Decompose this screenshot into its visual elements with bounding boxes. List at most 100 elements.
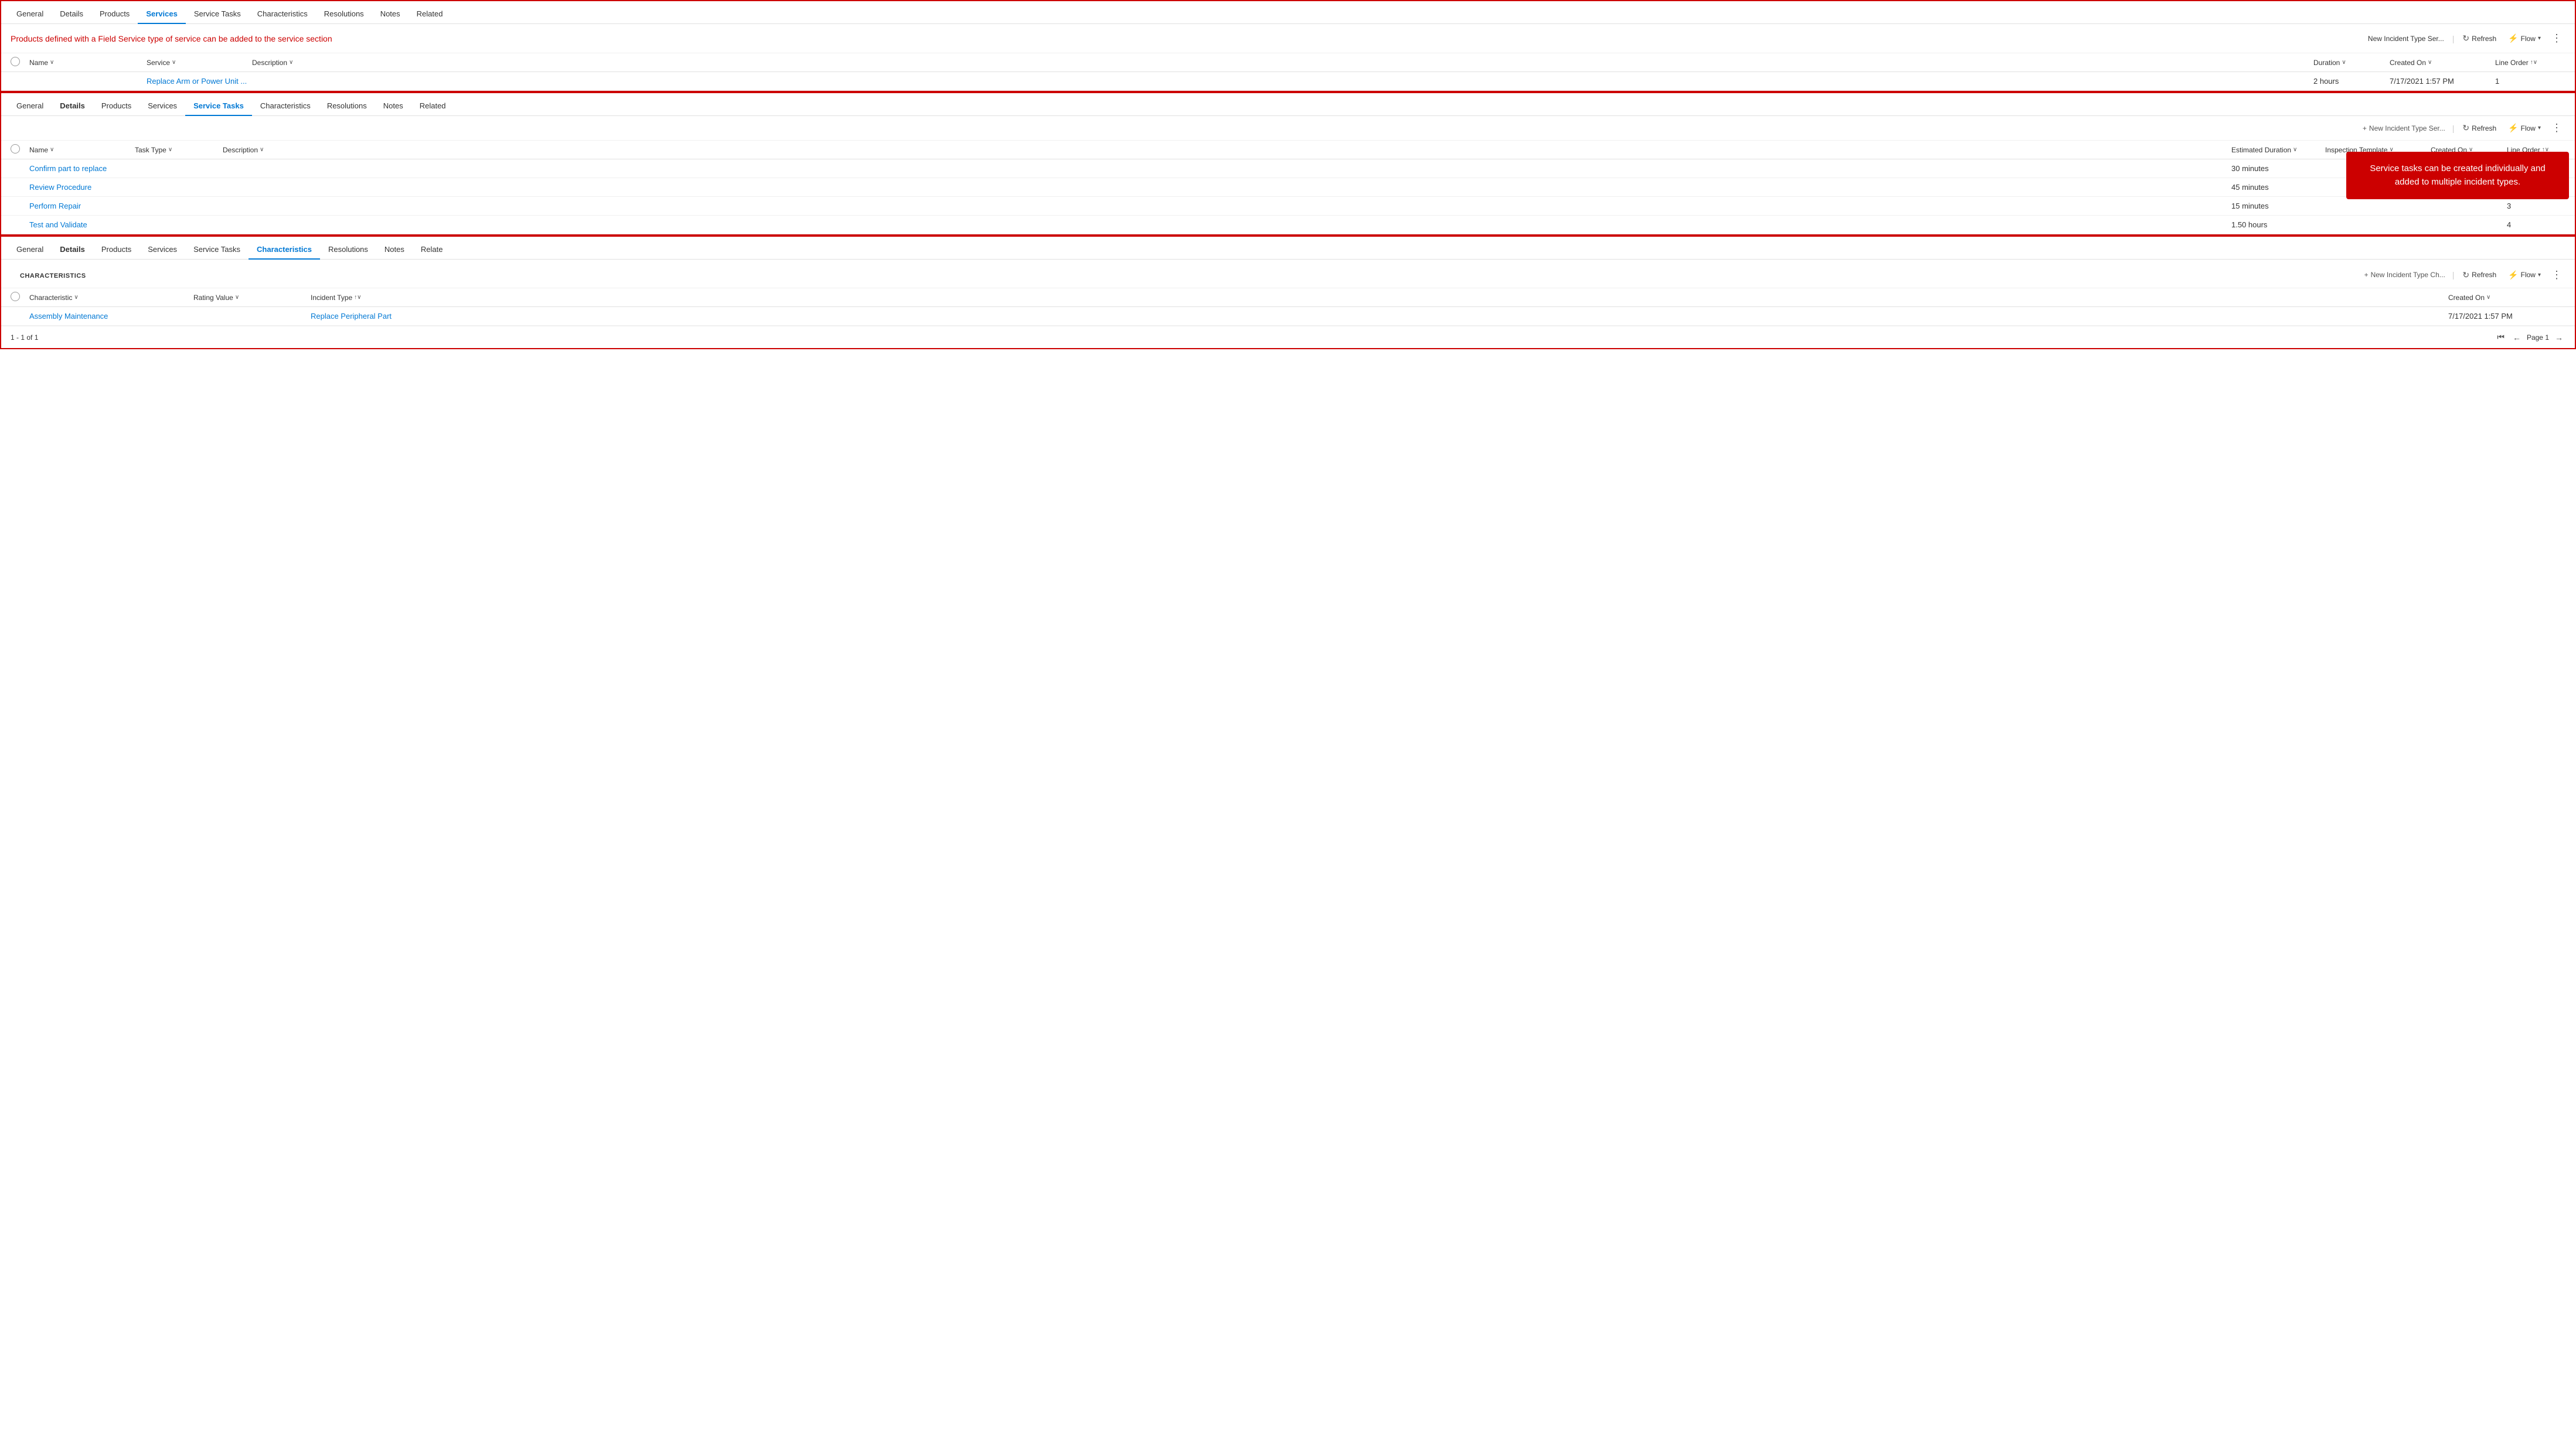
tab-resolutions-3[interactable]: Resolutions <box>320 240 376 260</box>
tab-services-2[interactable]: Services <box>139 97 185 116</box>
sort-lo-1: ↑∨ <box>2530 59 2537 66</box>
new-incident-type-btn-1[interactable]: New Incident Type Ser... <box>2363 32 2449 45</box>
tab-service-tasks-2[interactable]: Service Tasks <box>185 97 252 116</box>
col-name-1[interactable]: Name ∨ <box>29 59 147 67</box>
col-task-name[interactable]: Name ∨ <box>29 146 135 154</box>
col-service-1[interactable]: Service ∨ <box>147 59 252 67</box>
char-section-header-row: CHARACTERISTICS + New Incident Type Ch..… <box>1 260 2575 288</box>
tab-notes-1[interactable]: Notes <box>372 5 409 24</box>
services-row-1: Replace Arm or Power Unit ... 2 hours 7/… <box>1 72 2575 91</box>
col-task-desc[interactable]: Description ∨ <box>223 146 2231 154</box>
more-menu-1[interactable]: ⋮ <box>2548 31 2565 46</box>
col-task-type[interactable]: Task Type ∨ <box>135 146 223 154</box>
col-rating-value[interactable]: Rating Value ∨ <box>193 294 311 302</box>
tab-products-3[interactable]: Products <box>93 240 139 260</box>
next-page-btn[interactable]: → <box>2553 332 2565 343</box>
tab-related-1[interactable]: Related <box>409 5 451 24</box>
task-row4-link[interactable]: Test and Validate <box>29 220 87 229</box>
task-row3-name[interactable]: Perform Repair <box>29 202 135 210</box>
col-incident-type[interactable]: Incident Type ↑∨ <box>311 294 2448 302</box>
task-row4-name[interactable]: Test and Validate <box>29 220 135 229</box>
flow-btn-1[interactable]: ⚡ Flow ▾ <box>2503 31 2546 46</box>
refresh-label-2: Refresh <box>2472 124 2496 132</box>
col-est-duration[interactable]: Estimated Duration ∨ <box>2231 146 2325 154</box>
refresh-icon-3: ↻ <box>2462 270 2469 280</box>
tab-related-2[interactable]: Related <box>411 97 454 116</box>
sort-created-1: ∨ <box>2428 59 2432 66</box>
tab-details-3[interactable]: Details <box>52 240 93 260</box>
tab-services-3[interactable]: Services <box>139 240 185 260</box>
task-row4-est-dur: 1.50 hours <box>2231 220 2325 229</box>
row1-service-link[interactable]: Replace Arm or Power Unit ... <box>147 77 247 86</box>
tab-details-1[interactable]: Details <box>52 5 91 24</box>
more-menu-2[interactable]: ⋮ <box>2548 121 2565 135</box>
row1-created: 7/17/2021 1:57 PM <box>2390 77 2495 86</box>
task-row1-name[interactable]: Confirm part to replace <box>29 164 135 173</box>
flow-chevron-1: ▾ <box>2538 35 2541 42</box>
tab-general-3[interactable]: General <box>8 240 52 260</box>
task-row-2: Review Procedure 45 minutes 7/17/2021 1:… <box>1 178 2575 197</box>
refresh-icon-1: ↻ <box>2462 33 2469 43</box>
col-created-1[interactable]: Created On ∨ <box>2390 59 2495 67</box>
first-page-btn[interactable]: ⏮ <box>2495 331 2507 343</box>
tab-characteristics-3[interactable]: Characteristics <box>249 240 320 260</box>
flow-btn-2[interactable]: ⚡ Flow ▾ <box>2503 121 2546 135</box>
char-row1-char[interactable]: Assembly Maintenance <box>29 312 193 321</box>
sort-task-desc: ∨ <box>260 146 264 153</box>
tab-services-1[interactable]: Services <box>138 5 186 24</box>
tab-service-tasks-1[interactable]: Service Tasks <box>186 5 249 24</box>
tab-details-2[interactable]: Details <box>52 97 93 116</box>
task-row2-link[interactable]: Review Procedure <box>29 183 91 192</box>
refresh-btn-2[interactable]: ↻ Refresh <box>2458 121 2501 135</box>
sort-char: ∨ <box>74 294 78 301</box>
tab-general-2[interactable]: General <box>8 97 52 116</box>
prev-page-btn[interactable]: ← <box>2510 332 2523 343</box>
sort-dur-1: ∨ <box>2342 59 2346 66</box>
panel-body-char: CHARACTERISTICS + New Incident Type Ch..… <box>1 260 2575 348</box>
tab-resolutions-2[interactable]: Resolutions <box>319 97 375 116</box>
tab-resolutions-1[interactable]: Resolutions <box>316 5 372 24</box>
tab-service-tasks-3[interactable]: Service Tasks <box>185 240 249 260</box>
flow-icon-2: ⚡ <box>2508 123 2518 133</box>
header-checkbox-1[interactable] <box>11 57 20 66</box>
refresh-btn-1[interactable]: ↻ Refresh <box>2458 31 2501 46</box>
refresh-icon-2: ↻ <box>2462 123 2469 133</box>
sort-name-1: ∨ <box>50 59 54 66</box>
flow-icon-3: ⚡ <box>2508 270 2518 280</box>
tab-general-1[interactable]: General <box>8 5 52 24</box>
new-incident-type-ch-btn[interactable]: + New Incident Type Ch... <box>2361 268 2449 281</box>
tab-related-3[interactable]: Relate <box>413 240 451 260</box>
new-incident-type-btn-2[interactable]: + New Incident Type Ser... <box>2359 122 2449 135</box>
refresh-btn-3[interactable]: ↻ Refresh <box>2458 268 2501 282</box>
tab-characteristics-1[interactable]: Characteristics <box>249 5 316 24</box>
flow-btn-3[interactable]: ⚡ Flow ▾ <box>2503 268 2546 282</box>
char-header-checkbox[interactable] <box>11 292 20 301</box>
tab-characteristics-2[interactable]: Characteristics <box>252 97 319 116</box>
char-incident-type-link[interactable]: Replace Peripheral Part <box>311 312 392 321</box>
col-char-created[interactable]: Created On ∨ <box>2448 294 2565 302</box>
char-checkbox-header <box>11 292 29 303</box>
tasks-header-checkbox[interactable] <box>11 144 20 154</box>
services-toolbar: New Incident Type Ser... | ↻ Refresh ⚡ F… <box>2363 31 2565 46</box>
tasks-toolbar: + New Incident Type Ser... | ↻ Refresh ⚡… <box>1 116 2575 141</box>
task-row3-link[interactable]: Perform Repair <box>29 202 81 210</box>
row1-service[interactable]: Replace Arm or Power Unit ... <box>147 77 252 86</box>
flow-chevron-3: ▾ <box>2538 272 2541 278</box>
col-lineorder-1[interactable]: Line Order ↑∨ <box>2495 59 2565 67</box>
col-characteristic[interactable]: Characteristic ∨ <box>29 294 193 302</box>
task-row2-name[interactable]: Review Procedure <box>29 183 135 192</box>
char-row1-link[interactable]: Assembly Maintenance <box>29 312 108 321</box>
char-pagination: 1 - 1 of 1 ⏮ ← Page 1 → <box>1 326 2575 348</box>
task-row3-lo: 3 <box>2507 202 2565 210</box>
col-duration-1[interactable]: Duration ∨ <box>2313 59 2390 67</box>
task-row1-est-dur: 30 minutes <box>2231 164 2325 173</box>
more-menu-3[interactable]: ⋮ <box>2548 268 2565 282</box>
task-row1-link[interactable]: Confirm part to replace <box>29 164 107 173</box>
tab-notes-2[interactable]: Notes <box>375 97 411 116</box>
col-description-1[interactable]: Description ∨ <box>252 59 2313 67</box>
tab-products-1[interactable]: Products <box>91 5 138 24</box>
task-row2-est-dur: 45 minutes <box>2231 183 2325 192</box>
tab-products-2[interactable]: Products <box>93 97 139 116</box>
tab-notes-3[interactable]: Notes <box>376 240 413 260</box>
char-row1-incident-type[interactable]: Replace Peripheral Part <box>311 312 2448 321</box>
